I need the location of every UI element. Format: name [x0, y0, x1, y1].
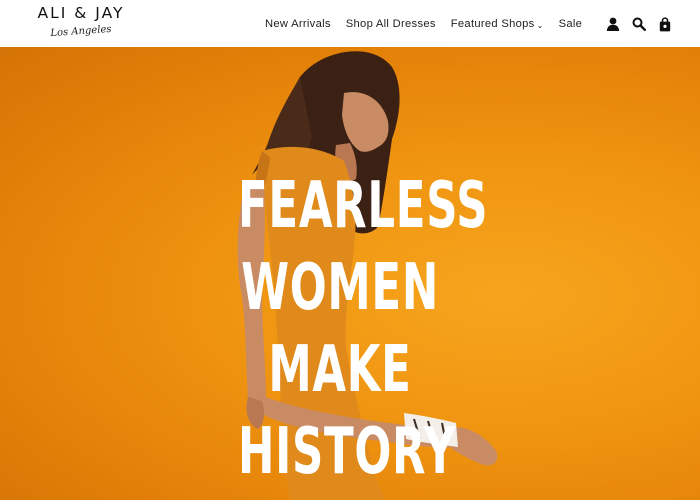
brand-tagline: Los Angeles [50, 23, 112, 40]
chevron-down-icon: ⌄ [536, 21, 544, 30]
main-navigation: New Arrivals Shop All Dresses Featured S… [265, 16, 582, 32]
headline-line: MAKE [268, 333, 412, 407]
headline-line: FEARLESS [238, 169, 489, 243]
account-icon [606, 17, 620, 31]
cart-icon [659, 16, 671, 31]
headline-line: HISTORY [238, 415, 457, 489]
cart-button[interactable] [656, 15, 674, 33]
search-icon [632, 17, 646, 31]
search-button[interactable] [630, 15, 648, 33]
brand-logo[interactable]: ALI & JAY Los Angeles [36, 3, 126, 43]
nav-item-shop-all-dresses[interactable]: Shop All Dresses [346, 18, 436, 30]
account-button[interactable] [604, 15, 622, 33]
site-header: ALI & JAY Los Angeles New Arrivals Shop … [0, 0, 700, 47]
nav-item-sale[interactable]: Sale [559, 18, 583, 30]
nav-item-label: Sale [558, 18, 583, 30]
hero-banner[interactable]: FEARLESS WOMEN MAKE HISTORY [0, 47, 700, 500]
brand-name: ALI & JAY [37, 4, 125, 22]
hero-headline: FEARLESS WOMEN MAKE HISTORY [238, 165, 489, 493]
header-icons [604, 14, 674, 34]
headline-line: WOMEN [241, 251, 439, 325]
nav-item-new-arrivals[interactable]: New Arrivals [265, 18, 331, 30]
nav-item-label: New Arrivals [265, 18, 331, 30]
nav-item-label: Featured Shops [450, 18, 535, 30]
nav-item-featured-shops[interactable]: Featured Shops ⌄ [451, 18, 544, 30]
nav-item-label: Shop All Dresses [345, 18, 436, 30]
